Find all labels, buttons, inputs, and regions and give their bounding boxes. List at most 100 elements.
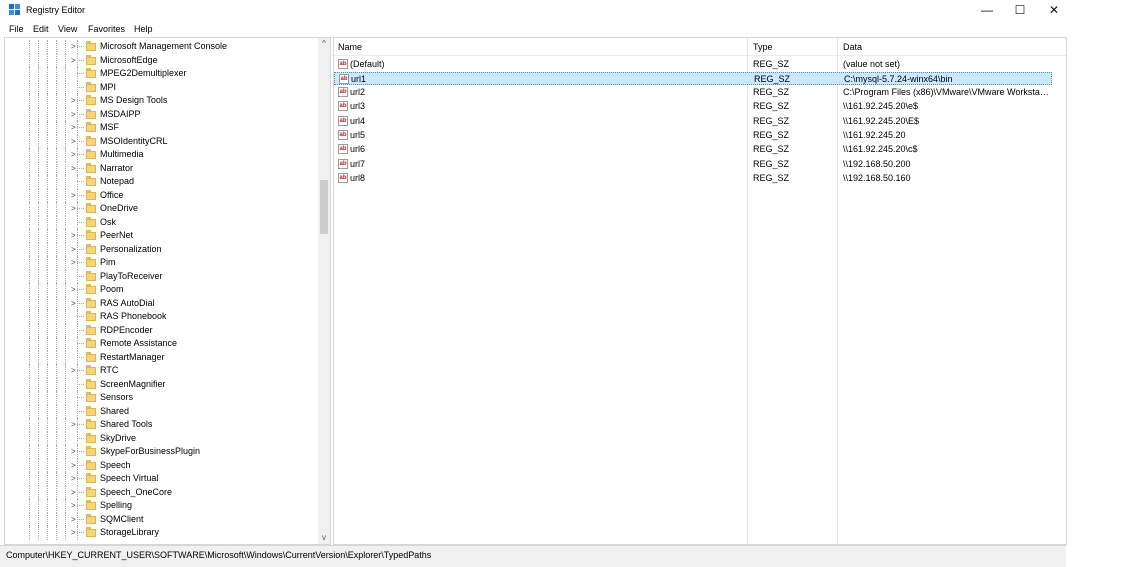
tree-item-label: MSOIdentityCRL: [100, 135, 168, 146]
tree-item-label: Multimedia: [100, 149, 144, 159]
scroll-up-arrow-icon[interactable]: ^: [318, 38, 330, 50]
expand-chevron-icon[interactable]: >: [71, 121, 76, 134]
tree-item[interactable]: > Spelling: [5, 499, 315, 513]
value-row[interactable]: ab url7 REG_SZ \\192.168.50.200: [334, 158, 1052, 171]
expand-chevron-icon[interactable]: >: [71, 364, 76, 377]
tree-item[interactable]: > Poom: [5, 283, 315, 297]
tree-guide-line: [56, 310, 57, 324]
expand-chevron-icon[interactable]: >: [71, 256, 76, 269]
tree-guide-line: [47, 242, 48, 256]
value-row[interactable]: ab url4 REG_SZ \\161.92.245.20\E$: [334, 115, 1052, 128]
expand-chevron-icon[interactable]: >: [71, 94, 76, 107]
expand-chevron-icon[interactable]: >: [71, 189, 76, 202]
tree-item[interactable]: > MicrosoftEdge: [5, 53, 315, 67]
tree-item[interactable]: SkyDrive: [5, 431, 315, 445]
tree-item[interactable]: Remote Assistance: [5, 337, 315, 351]
value-row[interactable]: ab (Default) REG_SZ (value not set): [334, 58, 1052, 71]
tree-item[interactable]: Shared: [5, 404, 315, 418]
tree-item[interactable]: Notepad: [5, 175, 315, 189]
tree-item[interactable]: RAS Phonebook: [5, 310, 315, 324]
expand-chevron-icon[interactable]: >: [71, 148, 76, 161]
tree-item[interactable]: > Microsoft Management Console: [5, 40, 315, 54]
tree-item[interactable]: > Shared Tools: [5, 418, 315, 432]
tree-guide-line: [38, 418, 39, 432]
expand-chevron-icon[interactable]: >: [71, 459, 76, 472]
folder-icon-body: [86, 191, 96, 200]
expand-chevron-icon[interactable]: >: [71, 162, 76, 175]
string-value-icon: ab: [338, 144, 348, 155]
expand-chevron-icon[interactable]: >: [71, 243, 76, 256]
value-row[interactable]: ab url8 REG_SZ \\192.168.50.160: [334, 172, 1052, 185]
tree-item[interactable]: > RTC: [5, 364, 315, 378]
menu-file[interactable]: File: [9, 24, 24, 34]
scroll-thumb[interactable]: [320, 180, 328, 234]
tree-item[interactable]: RDPEncoder: [5, 323, 315, 337]
value-row[interactable]: ab url1 REG_SZ C:\mysql-5.7.24-winx64\bin: [334, 71, 1052, 85]
column-header-type[interactable]: Type: [753, 42, 773, 52]
tree-item[interactable]: > Speech_OneCore: [5, 485, 315, 499]
expand-chevron-icon[interactable]: >: [71, 135, 76, 148]
tree-item[interactable]: Sensors: [5, 391, 315, 405]
tree-guide-line: [65, 80, 66, 94]
tree-item[interactable]: > Office: [5, 188, 315, 202]
tree-item[interactable]: > StorageLibrary: [5, 526, 315, 540]
value-row[interactable]: ab url6 REG_SZ \\161.92.245.20\c$: [334, 143, 1052, 156]
tree-guide-line: [56, 445, 57, 459]
tree-scrollbar[interactable]: ^ v: [318, 38, 330, 544]
expand-chevron-icon[interactable]: >: [71, 486, 76, 499]
expand-chevron-icon[interactable]: >: [71, 54, 76, 67]
tree-item[interactable]: > SQMClient: [5, 512, 315, 526]
folder-icon: [86, 162, 96, 173]
minimize-button[interactable]: —: [970, 0, 1004, 21]
expand-chevron-icon[interactable]: >: [71, 418, 76, 431]
value-row[interactable]: ab url5 REG_SZ \\161.92.245.20: [334, 129, 1052, 142]
value-row[interactable]: ab url3 REG_SZ \\161.92.245.20\e$: [334, 100, 1052, 113]
registry-key-tree[interactable]: > StorageLibrary > SQMClient > Spelling > Speec…: [4, 37, 331, 545]
expand-chevron-icon[interactable]: >: [71, 445, 76, 458]
expand-chevron-icon[interactable]: >: [71, 499, 76, 512]
expand-chevron-icon[interactable]: >: [71, 513, 76, 526]
expand-chevron-icon[interactable]: >: [71, 472, 76, 485]
expand-chevron-icon[interactable]: >: [71, 283, 76, 296]
tree-item[interactable]: > OneDrive: [5, 202, 315, 216]
tree-guide-line: [65, 202, 66, 216]
tree-item[interactable]: > MSOIdentityCRL: [5, 134, 315, 148]
maximize-button[interactable]: ☐: [1003, 0, 1037, 21]
tree-item[interactable]: RestartManager: [5, 350, 315, 364]
tree-item[interactable]: > Personalization: [5, 242, 315, 256]
tree-item[interactable]: > RAS AutoDial: [5, 296, 315, 310]
expand-chevron-icon[interactable]: >: [71, 40, 76, 53]
column-header-data[interactable]: Data: [843, 42, 862, 52]
tree-item[interactable]: ScreenMagnifier: [5, 377, 315, 391]
tree-item[interactable]: > Speech: [5, 458, 315, 472]
close-button[interactable]: ✕: [1037, 0, 1071, 21]
menu-edit[interactable]: Edit: [33, 24, 49, 34]
menu-favorites[interactable]: Favorites: [88, 24, 125, 34]
registry-values-list[interactable]: Name Type Data ab (Default) REG_SZ (value n…: [333, 37, 1067, 545]
value-row[interactable]: ab url2 REG_SZ C:\Program Files (x86)\VMwar…: [334, 86, 1052, 99]
tree-item-label: Sensors: [100, 392, 134, 402]
expand-chevron-icon[interactable]: >: [71, 526, 76, 539]
scroll-down-arrow-icon[interactable]: v: [318, 532, 330, 544]
tree-item[interactable]: PlayToReceiver: [5, 269, 315, 283]
tree-item[interactable]: > MSF: [5, 121, 315, 135]
tree-item[interactable]: MPI: [5, 80, 315, 94]
tree-item[interactable]: Osk: [5, 215, 315, 229]
menu-help[interactable]: Help: [134, 24, 153, 34]
expand-chevron-icon[interactable]: >: [71, 229, 76, 242]
tree-item[interactable]: MPEG2Demultiplexer: [5, 67, 315, 81]
tree-item[interactable]: > SkypeForBusinessPlugin: [5, 445, 315, 459]
tree-item[interactable]: > MS Design Tools: [5, 94, 315, 108]
tree-item[interactable]: > Pim: [5, 256, 315, 270]
tree-item[interactable]: > PeerNet: [5, 229, 315, 243]
tree-item[interactable]: > Narrator: [5, 161, 315, 175]
expand-chevron-icon[interactable]: >: [71, 297, 76, 310]
expand-chevron-icon[interactable]: >: [71, 202, 76, 215]
tree-item[interactable]: > MSDAIPP: [5, 107, 315, 121]
expand-chevron-icon[interactable]: >: [71, 108, 76, 121]
tree-item[interactable]: > Multimedia: [5, 148, 315, 162]
tree-guide-line: [29, 134, 30, 148]
column-header-name[interactable]: Name: [338, 42, 362, 52]
menu-view[interactable]: View: [58, 24, 77, 34]
tree-item[interactable]: > Speech Virtual: [5, 472, 315, 486]
